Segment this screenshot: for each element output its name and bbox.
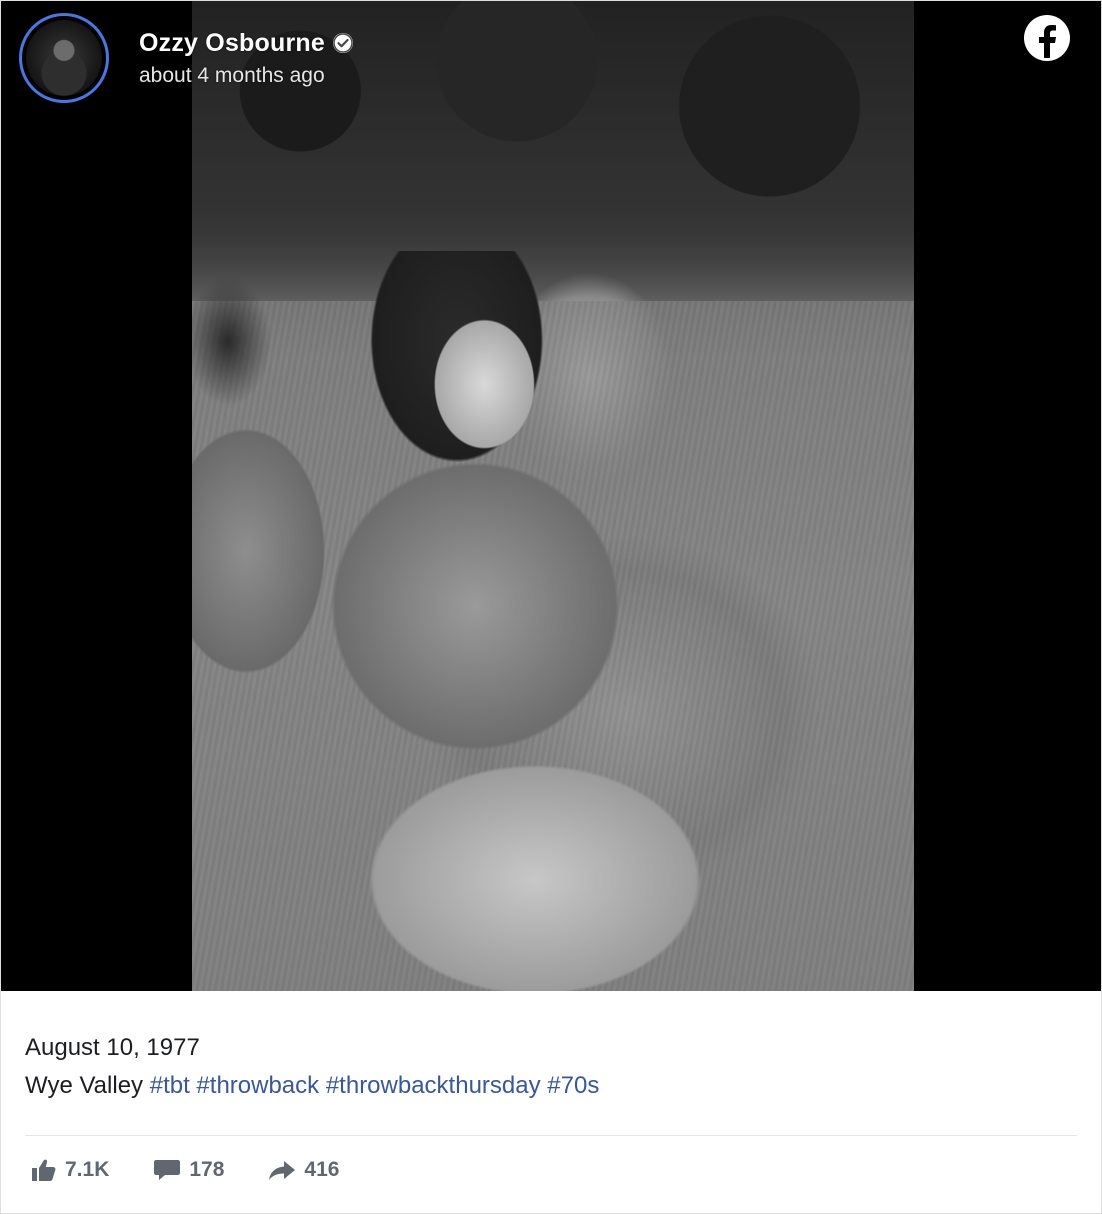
- engagement-stats: 7.1K 178 416: [1, 1136, 1101, 1182]
- post-photo[interactable]: [192, 1, 914, 991]
- hashtag-throwbackthursday[interactable]: #throwbackthursday: [326, 1072, 541, 1099]
- caption-date: August 10, 1977: [25, 1034, 200, 1061]
- facebook-post-card: Ozzy Osbourne about 4 months ago August: [0, 0, 1102, 1214]
- photo-main-person: [282, 251, 742, 991]
- post-header: Ozzy Osbourne about 4 months ago: [19, 13, 353, 103]
- comment-icon: [154, 1160, 181, 1180]
- comments-count: 178: [189, 1158, 225, 1181]
- comments-stat[interactable]: 178: [153, 1158, 224, 1182]
- avatar[interactable]: [19, 13, 109, 103]
- caption-location: Wye Valley: [25, 1072, 144, 1099]
- hashtag-throwback[interactable]: #throwback: [196, 1072, 319, 1099]
- author-name[interactable]: Ozzy Osbourne: [139, 29, 325, 58]
- post-caption: August 10, 1977 Wye Valley #tbt #throwba…: [1, 991, 1101, 1105]
- thumbs-up-icon: [32, 1159, 56, 1181]
- avatar-image: [26, 20, 102, 96]
- verified-badge-icon: [332, 33, 353, 53]
- shares-count: 416: [304, 1158, 340, 1181]
- post-meta: Ozzy Osbourne about 4 months ago: [139, 29, 353, 88]
- share-arrow-icon: [269, 1161, 296, 1180]
- post-media[interactable]: Ozzy Osbourne about 4 months ago: [1, 1, 1101, 991]
- caption-line-2: Wye Valley #tbt #throwback #throwbackthu…: [25, 1067, 1077, 1105]
- likes-stat[interactable]: 7.1K: [31, 1158, 109, 1182]
- post-timestamp[interactable]: about 4 months ago: [139, 64, 353, 88]
- author-row: Ozzy Osbourne: [139, 29, 353, 58]
- hashtag-tbt[interactable]: #tbt: [150, 1072, 190, 1099]
- likes-count: 7.1K: [65, 1158, 110, 1181]
- facebook-icon[interactable]: [1023, 14, 1071, 62]
- shares-stat[interactable]: 416: [268, 1158, 339, 1182]
- hashtag-70s[interactable]: #70s: [547, 1072, 599, 1099]
